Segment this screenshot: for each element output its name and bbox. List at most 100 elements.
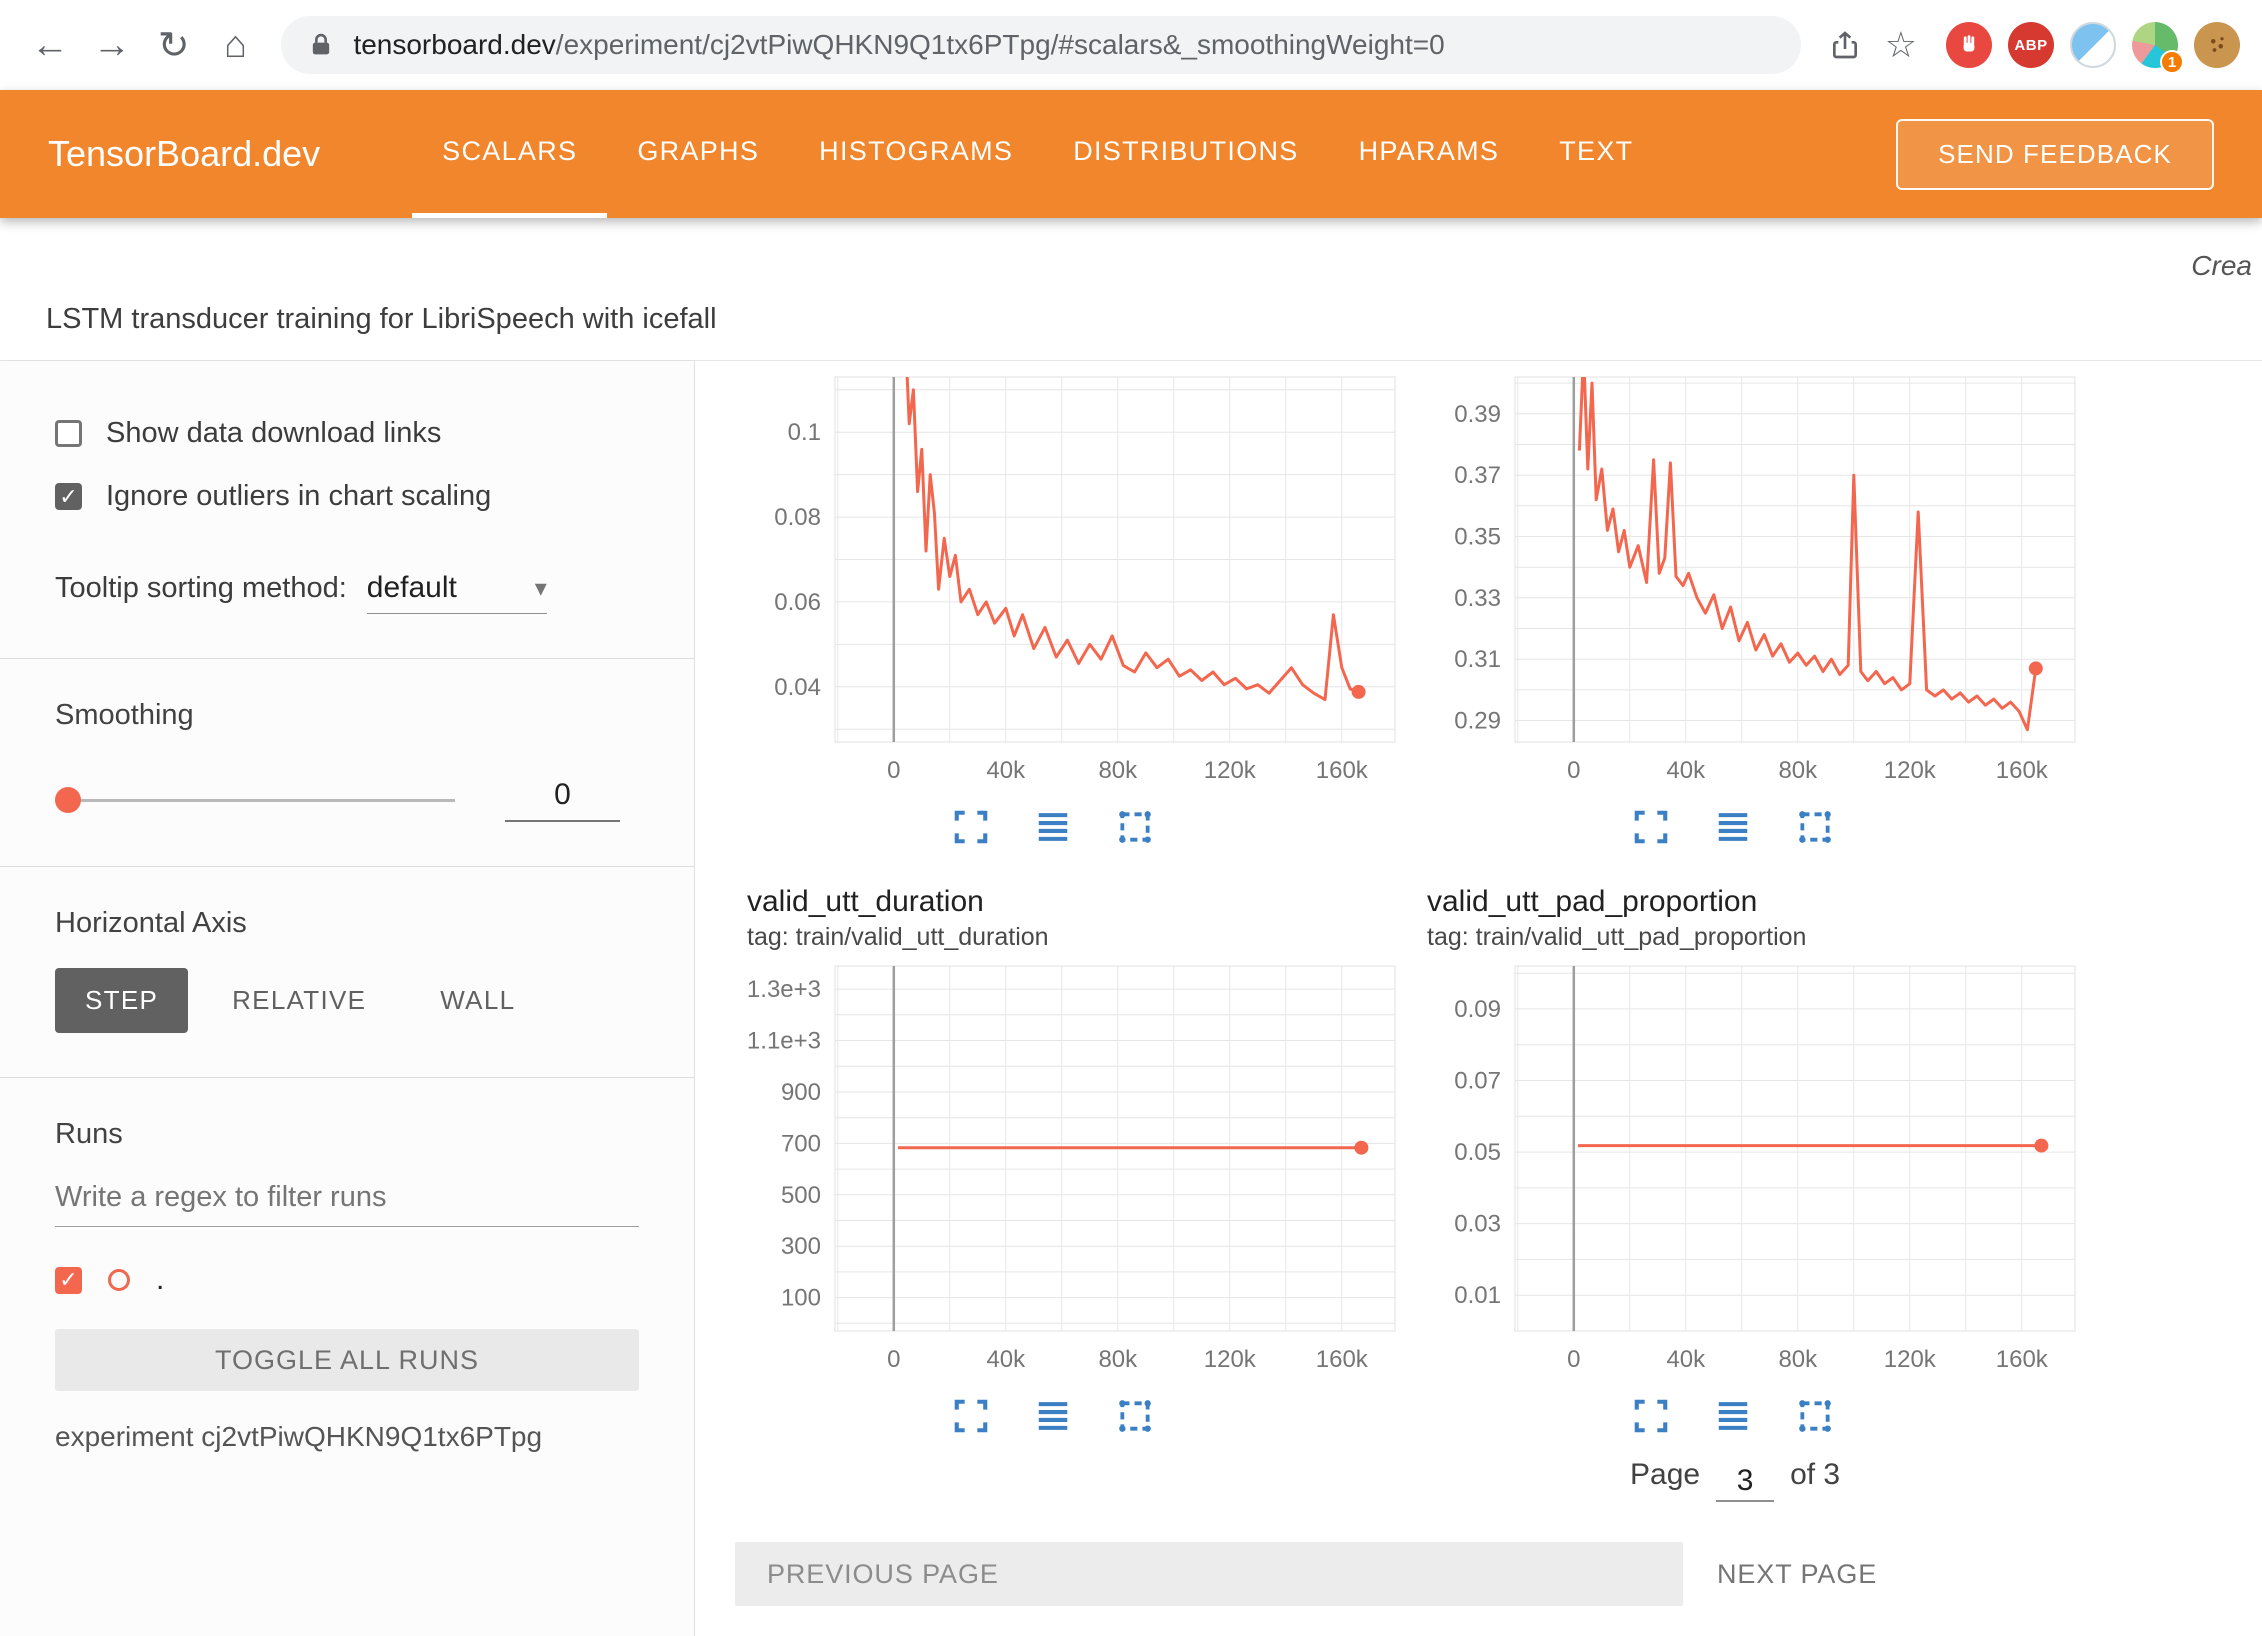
svg-text:40k: 40k [986, 757, 1026, 784]
reload-button[interactable]: ↻ [146, 15, 202, 75]
tab-text[interactable]: TEXT [1529, 90, 1663, 218]
svg-text:0.08: 0.08 [774, 504, 821, 531]
scalar-line-chart[interactable]: 1003005007009001.1e+31.3e+3040k80k120k16… [735, 954, 1415, 1386]
svg-text:1.3e+3: 1.3e+3 [747, 976, 821, 1003]
page-number-input[interactable]: 3 [1716, 1464, 1774, 1502]
smoothing-slider[interactable] [55, 787, 455, 813]
profile-avatar[interactable]: 1 [2132, 22, 2178, 68]
tooltip-sorting-row: Tooltip sorting method: default ▾ [55, 571, 639, 614]
ignore-outliers-checkbox[interactable]: ✓ Ignore outliers in chart scaling [55, 480, 639, 513]
browser-extension-icon[interactable] [2070, 22, 2116, 68]
experiment-title: LSTM transducer training for LibriSpeech… [46, 303, 717, 336]
page-of-label: of 3 [1790, 1458, 1840, 1492]
runs-filter-input[interactable] [55, 1167, 639, 1227]
checkbox[interactable]: ✓ [55, 420, 82, 447]
svg-text:40k: 40k [1666, 757, 1706, 784]
svg-text:0.29: 0.29 [1454, 708, 1501, 735]
slider-thumb[interactable] [55, 787, 81, 813]
tooltip-sorting-select[interactable]: default ▾ [367, 571, 547, 614]
fit-domain-button[interactable] [1794, 806, 1836, 848]
run-checkbox[interactable]: ✓ [55, 1267, 82, 1294]
fit-domain-button[interactable] [1114, 806, 1156, 848]
run-row[interactable]: ✓ . [55, 1263, 639, 1297]
expand-chart-button[interactable] [950, 806, 992, 848]
svg-text:0: 0 [1567, 1346, 1580, 1373]
settings-sidebar: ✓ Show data download links ✓ Ignore outl… [0, 361, 695, 1636]
fit-domain-button[interactable] [1794, 1395, 1836, 1437]
smoothing-value-input[interactable]: 0 [505, 778, 620, 822]
scalar-line-chart[interactable]: 0.040.060.080.1040k80k120k160k [735, 365, 1415, 797]
expand-chart-button[interactable] [950, 1395, 992, 1437]
svg-text:160k: 160k [1996, 1346, 2049, 1373]
fit-domain-button[interactable] [1114, 1395, 1156, 1437]
chart-toolbar [950, 801, 1415, 853]
data-table-button[interactable] [1712, 1395, 1754, 1437]
svg-text:0.07: 0.07 [1454, 1068, 1501, 1095]
expand-chart-button[interactable] [1630, 1395, 1672, 1437]
share-icon[interactable] [1819, 18, 1869, 72]
scalar-line-chart[interactable]: 0.010.030.050.070.09040k80k120k160k [1415, 954, 2095, 1386]
adblock-extension-icon[interactable] [1946, 22, 1992, 68]
chart-card: 0.290.310.330.350.370.39040k80k120k160k [1415, 365, 2095, 853]
profile-badge: 1 [2160, 50, 2184, 74]
svg-text:80k: 80k [1098, 1346, 1138, 1373]
forward-button[interactable]: → [84, 15, 140, 75]
tab-distributions[interactable]: DISTRIBUTIONS [1043, 90, 1328, 218]
smoothing-label: Smoothing [55, 699, 639, 732]
tab-graphs[interactable]: GRAPHS [607, 90, 789, 218]
svg-text:500: 500 [781, 1182, 821, 1209]
tab-hparams[interactable]: HPARAMS [1329, 90, 1530, 218]
svg-text:0: 0 [887, 1346, 900, 1373]
axis-wall-button[interactable]: WALL [410, 968, 545, 1033]
run-color-swatch[interactable] [108, 1269, 130, 1291]
scalar-line-chart[interactable]: 0.290.310.330.350.370.39040k80k120k160k [1415, 365, 2095, 797]
axis-step-button[interactable]: STEP [55, 968, 188, 1033]
abp-extension-icon[interactable]: ABP [2008, 22, 2054, 68]
checkbox-label: Show data download links [106, 417, 441, 450]
previous-page-button[interactable]: PREVIOUS PAGE [735, 1542, 1683, 1606]
svg-text:0.1: 0.1 [788, 419, 821, 446]
svg-text:0.05: 0.05 [1454, 1139, 1501, 1166]
axis-relative-button[interactable]: RELATIVE [202, 968, 396, 1033]
svg-text:80k: 80k [1098, 757, 1138, 784]
back-button[interactable]: ← [22, 15, 78, 75]
bookmark-star-icon[interactable]: ☆ [1876, 18, 1926, 72]
divider [0, 1077, 694, 1078]
svg-text:80k: 80k [1778, 1346, 1818, 1373]
pagination-buttons: PREVIOUS PAGE NEXT PAGE [735, 1542, 2262, 1606]
data-table-button[interactable] [1032, 806, 1074, 848]
data-table-button[interactable] [1032, 1395, 1074, 1437]
svg-text:0: 0 [887, 757, 900, 784]
address-bar[interactable]: tensorboard.dev/experiment/cj2vtPiwQHKN9… [281, 16, 1801, 74]
next-page-button[interactable]: NEXT PAGE [1717, 1559, 1877, 1590]
tab-scalars[interactable]: SCALARS [412, 90, 607, 218]
run-name: . [156, 1263, 164, 1297]
chart-card: valid_utt_pad_proportion tag: train/vali… [1415, 879, 2095, 1442]
svg-text:100: 100 [781, 1285, 821, 1312]
svg-text:40k: 40k [986, 1346, 1026, 1373]
svg-text:0.31: 0.31 [1454, 646, 1501, 673]
svg-text:0.04: 0.04 [774, 674, 821, 701]
page-label: Page [1630, 1458, 1700, 1492]
expand-chart-button[interactable] [1630, 806, 1672, 848]
toggle-all-runs-button[interactable]: TOGGLE ALL RUNS [55, 1329, 639, 1391]
charts-grid: 0.040.060.080.1040k80k120k160k 0.290.310… [735, 365, 2262, 1442]
nav-tabs: SCALARS GRAPHS HISTOGRAMS DISTRIBUTIONS … [412, 90, 1663, 218]
url-text: tensorboard.dev/experiment/cj2vtPiwQHKN9… [353, 29, 1444, 61]
svg-text:80k: 80k [1778, 757, 1818, 784]
chart-toolbar [1630, 1390, 2095, 1442]
svg-text:0.37: 0.37 [1454, 462, 1501, 489]
data-table-button[interactable] [1712, 806, 1754, 848]
svg-text:40k: 40k [1666, 1346, 1706, 1373]
svg-text:120k: 120k [1884, 1346, 1937, 1373]
cookie-extension-icon[interactable] [2194, 22, 2240, 68]
tab-histograms[interactable]: HISTOGRAMS [789, 90, 1043, 218]
checkbox[interactable]: ✓ [55, 483, 82, 510]
checkbox-label: Ignore outliers in chart scaling [106, 480, 491, 513]
send-feedback-button[interactable]: SEND FEEDBACK [1896, 119, 2214, 190]
show-download-links-checkbox[interactable]: ✓ Show data download links [55, 417, 639, 450]
tooltip-sorting-label: Tooltip sorting method: [55, 572, 347, 605]
home-button[interactable]: ⌂ [208, 15, 264, 75]
divider [0, 866, 694, 867]
chart-title: valid_utt_pad_proportion [1427, 885, 2095, 919]
